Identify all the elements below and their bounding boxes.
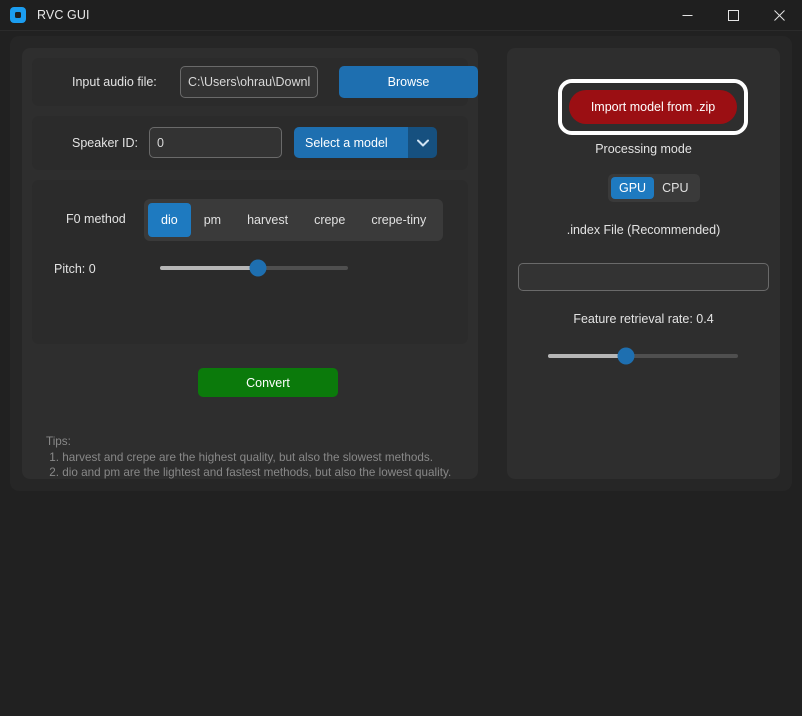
input-audio-field[interactable]: C:\Users\ohrau\Downl [180, 66, 318, 98]
feature-retrieval-slider[interactable] [548, 346, 738, 366]
model-select-dropdown[interactable]: Select a model [294, 127, 437, 158]
browse-button[interactable]: Browse [339, 66, 478, 98]
f0-option-crepe-tiny[interactable]: crepe-tiny [358, 203, 439, 237]
processing-mode-label: Processing mode [595, 142, 692, 156]
f0-option-crepe[interactable]: crepe [301, 203, 358, 237]
right-panel: Import model from .zip Processing mode G… [507, 48, 780, 479]
feature-retrieval-label: Feature retrieval rate: 0.4 [573, 312, 714, 326]
f0-method-label: F0 method [66, 212, 126, 226]
import-model-button[interactable]: Import model from .zip [569, 90, 737, 124]
model-select-label: Select a model [294, 127, 408, 158]
left-panel: Input audio file: C:\Users\ohrau\Downl B… [22, 48, 478, 479]
f0-option-dio[interactable]: dio [148, 203, 191, 237]
title-bar: RVC GUI [0, 0, 802, 31]
index-file-label: .index File (Recommended) [566, 223, 721, 237]
processing-mode-segmented-control: GPU CPU [608, 174, 700, 202]
window-body: Input audio file: C:\Users\ohrau\Downl B… [0, 31, 802, 716]
pitch-slider-handle[interactable] [249, 259, 267, 277]
window-title: RVC GUI [37, 8, 90, 22]
minimize-icon[interactable] [664, 0, 710, 31]
pitch-slider[interactable] [160, 258, 348, 278]
index-file-input[interactable] [518, 263, 769, 291]
content-card: Input audio file: C:\Users\ohrau\Downl B… [10, 36, 792, 491]
window-controls [664, 0, 802, 31]
f0-option-harvest[interactable]: harvest [234, 203, 301, 237]
pitch-slider-fill [160, 266, 258, 270]
import-model-highlight: Import model from .zip [558, 79, 748, 135]
processing-mode-option-cpu[interactable]: CPU [654, 177, 696, 199]
speaker-id-input[interactable]: 0 [149, 127, 282, 158]
input-audio-group: Input audio file: C:\Users\ohrau\Downl B… [32, 58, 478, 106]
speaker-id-label: Speaker ID: [72, 136, 139, 150]
app-window: RVC GUI Input audio file: C:\Users\ohrau… [0, 0, 802, 716]
f0-method-group: F0 method dio pm harvest crepe crepe-tin… [32, 180, 468, 344]
tips-text: Tips: 1. harvest and crepe are the highe… [46, 435, 452, 480]
convert-button[interactable]: Convert [198, 368, 338, 397]
speaker-id-group: Speaker ID: 0 Select a model [32, 116, 468, 170]
f0-option-pm[interactable]: pm [191, 203, 234, 237]
feature-retrieval-slider-fill [548, 354, 626, 358]
input-audio-label: Input audio file: [72, 75, 157, 89]
chevron-down-icon[interactable] [408, 127, 437, 158]
app-logo-icon [10, 7, 26, 23]
f0-method-segmented-control: dio pm harvest crepe crepe-tiny [144, 199, 444, 241]
close-icon[interactable] [756, 0, 802, 31]
maximize-icon[interactable] [710, 0, 756, 31]
pitch-label: Pitch: 0 [54, 262, 96, 276]
processing-mode-option-gpu[interactable]: GPU [611, 177, 655, 199]
feature-retrieval-slider-handle[interactable] [617, 347, 635, 365]
